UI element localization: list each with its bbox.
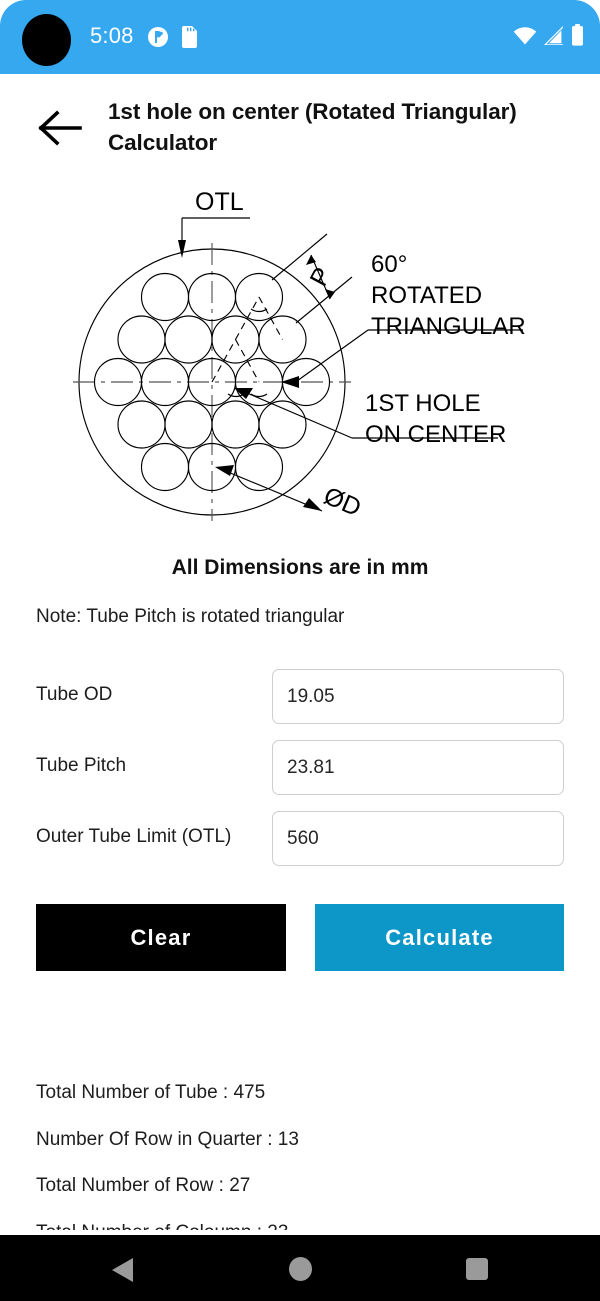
status-time: 5:08: [90, 23, 134, 48]
app-bar: 1st hole on center (Rotated Triangular) …: [0, 74, 600, 179]
first-hole-label-line2: ON CENTER: [365, 421, 506, 448]
sd-card-icon: [180, 25, 200, 54]
tube-pitch-label: Tube Pitch: [36, 755, 127, 776]
outer-tube-limit-input[interactable]: [272, 811, 564, 866]
dimensions-note: All Dimensions are in mm: [171, 556, 429, 579]
tube-pitch-input[interactable]: [272, 740, 564, 795]
cellular-signal-icon: [543, 26, 565, 51]
angle-label-line2: ROTATED: [371, 282, 482, 309]
results-list: Total Number of Tube : 475 Number Of Row…: [36, 1070, 576, 1230]
tube-layout-diagram: OTL P 60° ROTATED TRIANGULAR 1ST HOLE ON…: [0, 180, 600, 545]
status-icons-right: [513, 24, 584, 51]
field-row-outer-tube-limit: Outer Tube Limit (OTL): [0, 811, 600, 867]
outer-tube-limit-label: Outer Tube Limit (OTL): [36, 826, 232, 847]
tube-od-label: Tube OD: [36, 684, 113, 705]
diameter-label: ØD: [320, 482, 365, 522]
tube-od-input[interactable]: [272, 669, 564, 724]
wifi-icon: [513, 26, 537, 51]
status-bar: 5:08: [0, 0, 600, 74]
app-notification-icon: [146, 25, 170, 54]
result-rows-in-quarter: Number Of Row in Quarter : 13: [36, 1128, 299, 1150]
pitch-note: Note: Tube Pitch is rotated triangular: [36, 606, 345, 627]
calculate-button[interactable]: Calculate: [315, 904, 564, 971]
otl-label: OTL: [195, 188, 244, 216]
clear-button[interactable]: Clear: [36, 904, 286, 971]
angle-label-line1: 60°: [371, 251, 407, 278]
system-navigation-bar: [0, 1235, 600, 1301]
camera-cutout: [22, 14, 71, 66]
nav-back-icon[interactable]: [112, 1258, 133, 1282]
triangle-marks: [211, 296, 284, 383]
first-hole-label-line1: 1ST HOLE: [365, 390, 481, 417]
battery-icon: [571, 24, 584, 51]
back-button[interactable]: [38, 108, 84, 148]
result-total-rows: Total Number of Row : 27: [36, 1175, 251, 1196]
field-row-tube-od: Tube OD: [0, 669, 600, 725]
result-total-columns: Total Number of Coloumn : 23: [36, 1210, 576, 1231]
pitch-label: P: [305, 263, 338, 291]
app-screen: 5:08 1st hole on center (Rotated Triangu…: [0, 0, 600, 1301]
field-row-tube-pitch: Tube Pitch: [0, 740, 600, 796]
result-total-tubes: Total Number of Tube : 475: [36, 1082, 266, 1103]
page-title: 1st hole on center (Rotated Triangular) …: [108, 99, 517, 155]
nav-recents-icon[interactable]: [466, 1258, 488, 1280]
nav-home-icon[interactable]: [289, 1257, 312, 1281]
angle-label-line3: TRIANGULAR: [371, 313, 526, 340]
